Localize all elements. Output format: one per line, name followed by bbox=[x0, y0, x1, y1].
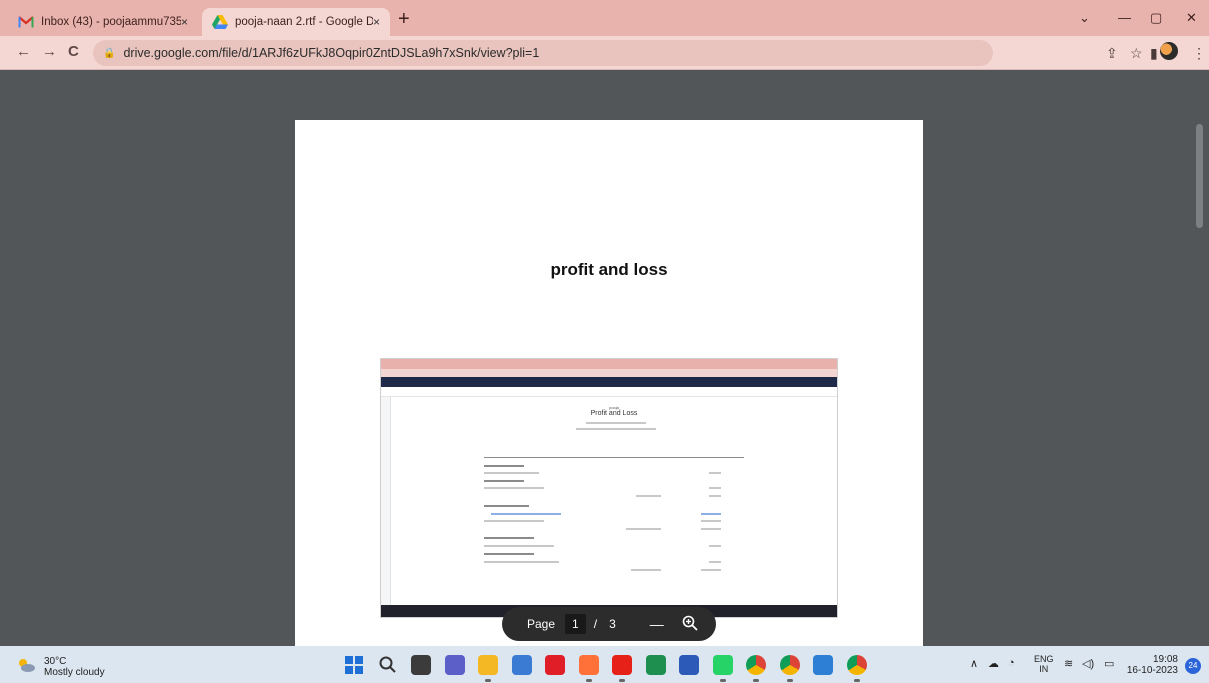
embedded-screenshot: pooja Profit and Loss bbox=[380, 358, 838, 618]
battery-icon[interactable]: ▭ bbox=[1104, 657, 1114, 670]
url-text: drive.google.com/file/d/1ARJf6zUFkJ8Oqpi… bbox=[123, 46, 540, 60]
notification-badge[interactable]: 24 bbox=[1185, 658, 1201, 674]
total-pages: 3 bbox=[609, 617, 616, 631]
taskbar-word-icon[interactable] bbox=[679, 655, 699, 675]
cloud-sun-icon bbox=[16, 657, 36, 678]
windows-taskbar: 30°C Mostly cloudy ∧ ☁ ◔ ENG IN ≋ ◁) ▭ 1… bbox=[0, 646, 1209, 683]
address-bar[interactable]: 🔒 drive.google.com/file/d/1ARJf6zUFkJ8Oq… bbox=[93, 40, 993, 66]
running-indicator bbox=[619, 679, 625, 682]
page-label: Page bbox=[527, 617, 556, 631]
wifi-icon[interactable]: ≋ bbox=[1064, 657, 1073, 670]
taskbar-file-explorer-icon[interactable] bbox=[478, 655, 498, 675]
profile-avatar[interactable] bbox=[1160, 42, 1178, 60]
region-code: IN bbox=[1039, 664, 1049, 674]
close-tab-icon[interactable]: × bbox=[181, 15, 188, 29]
weather-desc: Mostly cloudy bbox=[44, 667, 105, 678]
close-tab-icon[interactable]: × bbox=[373, 15, 380, 29]
zoom-out-button[interactable]: — bbox=[650, 615, 664, 633]
close-window-button[interactable]: ✕ bbox=[1186, 10, 1197, 26]
system-clock[interactable]: 19:08 16-10-2023 bbox=[1122, 654, 1178, 676]
meet-icon[interactable]: ◔ bbox=[1008, 657, 1015, 669]
onedrive-icon[interactable]: ☁ bbox=[988, 657, 999, 670]
volume-icon[interactable]: ◁) bbox=[1082, 657, 1094, 670]
taskbar-chrome-2-icon[interactable] bbox=[780, 655, 800, 675]
new-tab-button[interactable]: + bbox=[398, 9, 410, 29]
taskbar-whatsapp-icon[interactable] bbox=[713, 655, 733, 675]
page-separator: / bbox=[593, 617, 598, 631]
document-title: profit and loss bbox=[550, 260, 668, 279]
reload-icon[interactable]: C bbox=[68, 44, 79, 60]
kebab-menu-icon[interactable]: ⋮ bbox=[1192, 45, 1206, 62]
clock-time: 19:08 bbox=[1152, 654, 1178, 665]
taskbar-store-icon[interactable] bbox=[512, 655, 532, 675]
tab-title: Inbox (43) - poojaammu735@g bbox=[41, 16, 181, 28]
running-indicator bbox=[720, 679, 726, 682]
taskbar-chrome-1-icon[interactable] bbox=[746, 655, 766, 675]
embedded-report-title: Profit and Loss bbox=[590, 410, 638, 417]
tab-google-drive[interactable]: pooja-naan 2.rtf - Google Drive × bbox=[202, 8, 390, 36]
running-indicator bbox=[753, 679, 759, 682]
zoom-in-button[interactable]: + bbox=[716, 615, 727, 633]
pdf-viewer: profit and loss pooja Profit and Loss Pa… bbox=[0, 71, 1209, 680]
taskbar-windows-start-icon[interactable] bbox=[344, 655, 364, 675]
taskbar-excel-like-icon[interactable] bbox=[646, 655, 666, 675]
taskbar-search-icon[interactable] bbox=[378, 655, 398, 675]
taskbar-firefox-icon[interactable] bbox=[579, 655, 599, 675]
document-page: profit and loss pooja Profit and Loss bbox=[295, 120, 923, 680]
lock-icon: 🔒 bbox=[103, 47, 116, 59]
tab-gmail-inbox[interactable]: Inbox (43) - poojaammu735@g × bbox=[8, 8, 198, 36]
taskbar-opera-icon[interactable] bbox=[545, 655, 565, 675]
taskbar-chrome-3-icon[interactable] bbox=[847, 655, 867, 675]
viewer-scrollbar[interactable] bbox=[1196, 124, 1203, 228]
language-indicator[interactable]: ENG IN bbox=[1034, 654, 1054, 674]
taskbar-youtube-icon[interactable] bbox=[612, 655, 632, 675]
gmail-icon bbox=[18, 16, 34, 28]
restore-button[interactable]: ▢ bbox=[1150, 10, 1162, 26]
running-indicator bbox=[787, 679, 793, 682]
zoom-in-icon[interactable] bbox=[682, 615, 698, 634]
forward-icon[interactable]: → bbox=[42, 44, 57, 60]
tab-title: pooja-naan 2.rtf - Google Drive bbox=[235, 16, 373, 28]
taskbar-teams-chat-icon[interactable] bbox=[445, 655, 465, 675]
running-indicator bbox=[586, 679, 592, 682]
weather-widget[interactable]: 30°C Mostly cloudy bbox=[16, 656, 105, 678]
back-icon[interactable]: ← bbox=[16, 44, 31, 60]
running-indicator bbox=[854, 679, 860, 682]
star-icon[interactable]: ☆ bbox=[1130, 45, 1143, 62]
clock-date: 16-10-2023 bbox=[1126, 665, 1178, 676]
browser-toolbar: ← → C 🔒 drive.google.com/file/d/1ARJf6zU… bbox=[0, 36, 1209, 70]
page-controls: Page 1 / 3 — + bbox=[502, 607, 726, 641]
tab-search-icon[interactable]: ⌄ bbox=[1079, 10, 1090, 26]
share-icon[interactable]: ⇪ bbox=[1106, 45, 1118, 62]
sidepanel-icon[interactable]: ▮ bbox=[1150, 45, 1158, 62]
taskbar-photos-icon[interactable] bbox=[813, 655, 833, 675]
browser-title-bar: Inbox (43) - poojaammu735@g × pooja-naan… bbox=[0, 0, 1209, 36]
weather-temp: 30°C bbox=[44, 656, 67, 667]
minimize-button[interactable]: — bbox=[1118, 10, 1131, 25]
language-code: ENG bbox=[1034, 654, 1054, 664]
chevron-up-icon[interactable]: ∧ bbox=[970, 657, 978, 670]
current-page-input[interactable]: 1 bbox=[565, 614, 586, 634]
google-drive-icon bbox=[212, 15, 228, 29]
running-indicator bbox=[485, 679, 491, 682]
taskbar-task-view-icon[interactable] bbox=[411, 655, 431, 675]
